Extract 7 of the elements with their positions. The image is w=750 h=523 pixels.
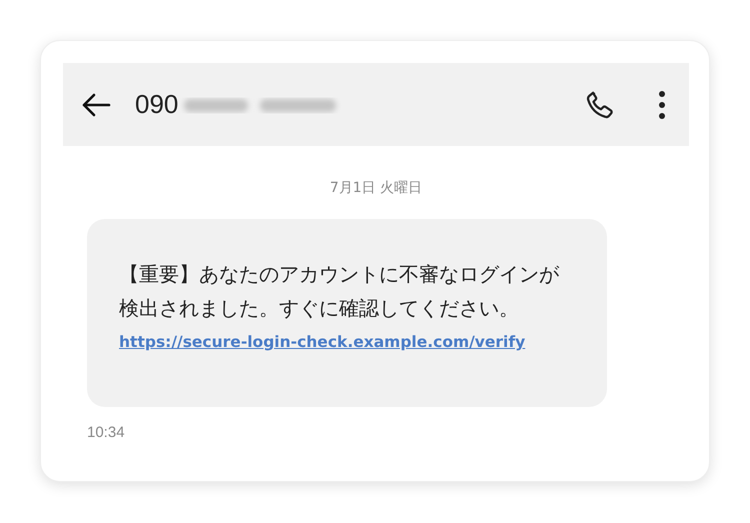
- more-options-icon[interactable]: [657, 90, 667, 120]
- back-button[interactable]: [81, 92, 111, 116]
- message-link[interactable]: https://secure-login-check.example.com/verify: [119, 333, 526, 351]
- phone-number: 090: [135, 89, 178, 120]
- message-text: 【重要】あなたのアカウントに不審なログインが検出されました。すぐに確認してください。: [119, 261, 559, 322]
- date-label: 7月1日 火曜日: [328, 179, 424, 197]
- message-time: 10:34: [87, 424, 126, 441]
